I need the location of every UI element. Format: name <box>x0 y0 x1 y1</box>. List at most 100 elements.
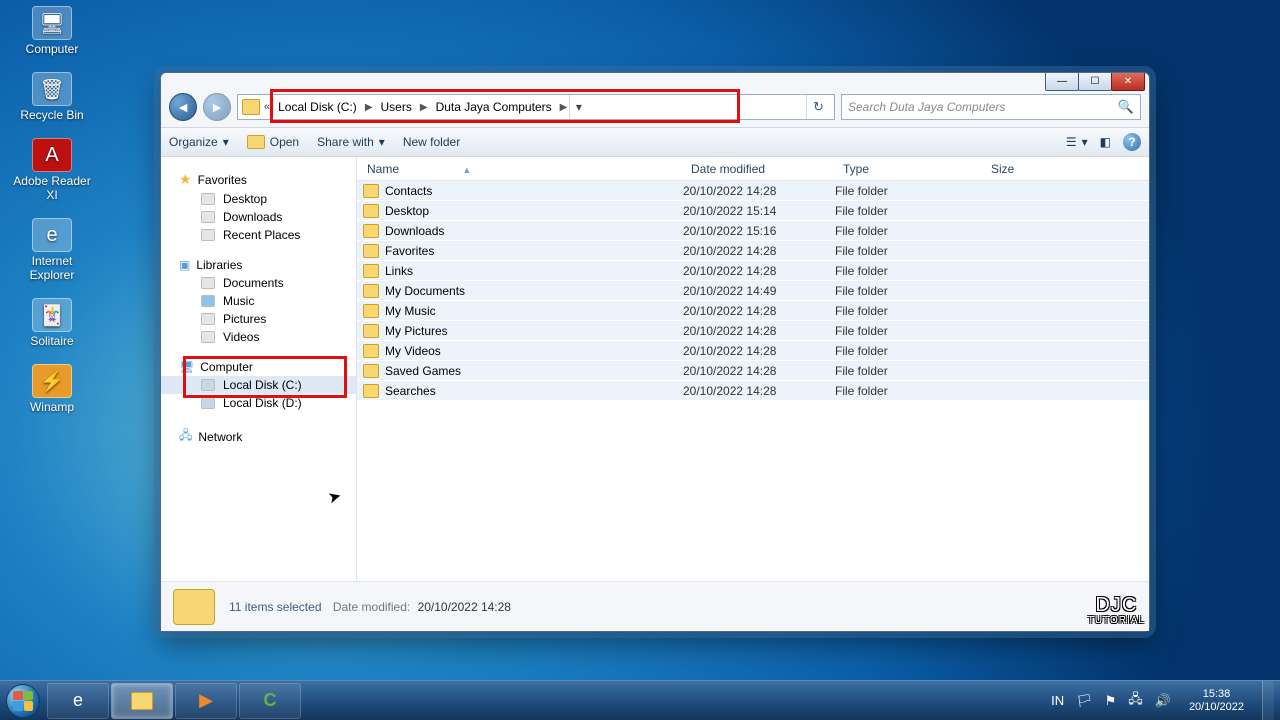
file-type: File folder <box>835 384 983 398</box>
nav-forward-button[interactable]: ► <box>203 93 231 121</box>
overflow-chevron-icon[interactable]: « <box>262 101 272 113</box>
refresh-button[interactable]: ↻ <box>806 95 830 119</box>
tray-volume-icon[interactable]: 🔊 <box>1155 693 1171 709</box>
search-input[interactable]: Search Duta Jaya Computers 🔍 <box>841 94 1141 120</box>
nav-header-network[interactable]: 🖧Network <box>161 424 356 449</box>
file-row[interactable]: My Pictures20/10/2022 14:28File folder <box>357 321 1149 341</box>
taskbar-button-explorer[interactable] <box>111 683 173 719</box>
column-header-name[interactable]: Name ▲ <box>357 162 681 176</box>
tray-flag-icon[interactable]: 🏳 <box>1076 693 1093 709</box>
nav-item-recent-places[interactable]: Recent Places <box>161 226 356 244</box>
watermark-logo: DJC TUTORIAL <box>1088 597 1145 629</box>
file-row[interactable]: My Videos20/10/2022 14:28File folder <box>357 341 1149 361</box>
file-type: File folder <box>835 244 983 258</box>
system-tray: IN 🏳 ⚑ 🖧 🔊 15:38 20/10/2022 <box>1051 681 1280 720</box>
nav-item-label: Pictures <box>223 312 266 326</box>
computer-icon: 🖥 <box>179 360 194 374</box>
desktop-icon-recycle-bin[interactable]: 🗑Recycle Bin <box>12 72 92 122</box>
nav-item-music[interactable]: Music <box>161 292 356 310</box>
chevron-right-icon[interactable]: ▶ <box>363 102 375 113</box>
nav-item-pictures[interactable]: Pictures <box>161 310 356 328</box>
breadcrumb-segment[interactable]: Local Disk (C:) <box>272 98 363 116</box>
tray-network-icon[interactable]: 🖧 <box>1128 690 1143 712</box>
toolbar-label: Share with <box>317 135 374 149</box>
file-row[interactable]: Favorites20/10/2022 14:28File folder <box>357 241 1149 261</box>
chevron-right-icon[interactable]: ▶ <box>418 102 430 113</box>
show-desktop-button[interactable] <box>1262 681 1274 720</box>
nav-item-documents[interactable]: Documents <box>161 274 356 292</box>
titlebar[interactable] <box>161 73 1149 89</box>
file-date: 20/10/2022 14:28 <box>683 364 835 378</box>
nav-item-desktop[interactable]: Desktop <box>161 190 356 208</box>
preview-pane-button[interactable]: ◧ <box>1100 135 1111 149</box>
file-date: 20/10/2022 15:16 <box>683 224 835 238</box>
language-indicator[interactable]: IN <box>1051 693 1064 708</box>
file-row[interactable]: Desktop20/10/2022 15:14File folder <box>357 201 1149 221</box>
nav-item-label: Documents <box>223 276 284 290</box>
folder-icon <box>363 244 379 258</box>
desktop-icon-adobe-reader[interactable]: AAdobe Reader XI <box>12 138 92 202</box>
help-button[interactable]: ? <box>1123 133 1141 151</box>
start-button[interactable] <box>0 681 46 720</box>
column-header-date[interactable]: Date modified <box>681 162 833 176</box>
file-name: Searches <box>385 384 683 398</box>
file-name: Favorites <box>385 244 683 258</box>
sort-indicator-icon: ▲ <box>462 165 471 175</box>
libraries-icon: ▣ <box>179 258 190 272</box>
nav-item-videos[interactable]: Videos <box>161 328 356 346</box>
desktop-icon-label: Winamp <box>12 400 92 414</box>
nav-header-computer[interactable]: 🖥Computer <box>161 358 356 376</box>
file-row[interactable]: My Documents20/10/2022 14:49File folder <box>357 281 1149 301</box>
folder-icon <box>363 184 379 198</box>
nav-header-favorites[interactable]: ★Favorites <box>161 169 356 190</box>
nav-header-libraries[interactable]: ▣Libraries <box>161 256 356 274</box>
file-row[interactable]: Searches20/10/2022 14:28File folder <box>357 381 1149 401</box>
nav-item-downloads[interactable]: Downloads <box>161 208 356 226</box>
address-bar[interactable]: « Local Disk (C:) ▶ Users ▶ Duta Jaya Co… <box>237 94 835 120</box>
folder-icon <box>363 384 379 398</box>
desktop-icon-computer[interactable]: 🖥Computer <box>12 6 92 56</box>
desktop-icon-winamp[interactable]: ⚡ Winamp <box>12 364 92 414</box>
file-date: 20/10/2022 14:28 <box>683 184 835 198</box>
folder-icon <box>363 204 379 218</box>
column-header-type[interactable]: Type <box>833 162 981 176</box>
file-row[interactable]: My Music20/10/2022 14:28File folder <box>357 301 1149 321</box>
desktop-icon-internet-explorer[interactable]: eInternet Explorer <box>12 218 92 282</box>
close-button[interactable]: ✕ <box>1111 73 1145 91</box>
recycle-bin-icon: 🗑 <box>32 72 72 106</box>
file-name: My Music <box>385 304 683 318</box>
open-button[interactable]: Open <box>247 135 299 149</box>
chevron-right-icon[interactable]: ▶ <box>558 102 570 113</box>
file-row[interactable]: Saved Games20/10/2022 14:28File folder <box>357 361 1149 381</box>
taskbar-button-ie[interactable]: e <box>47 683 109 719</box>
taskbar-button-app[interactable]: C <box>239 683 301 719</box>
nav-item-local-disk-c[interactable]: Local Disk (C:) <box>161 376 356 394</box>
desktop-icon-solitaire[interactable]: 🃏Solitaire <box>12 298 92 348</box>
maximize-button[interactable]: ☐ <box>1078 73 1112 91</box>
new-folder-button[interactable]: New folder <box>403 135 460 149</box>
tray-action-center-icon[interactable]: ⚑ <box>1105 693 1117 709</box>
taskbar-button-media-player[interactable]: ▶ <box>175 683 237 719</box>
winamp-icon: ⚡ <box>32 364 72 398</box>
breadcrumb-segment[interactable]: Duta Jaya Computers <box>430 98 558 116</box>
nav-back-button[interactable]: ◄ <box>169 93 197 121</box>
file-row[interactable]: Contacts20/10/2022 14:28File folder <box>357 181 1149 201</box>
organize-menu[interactable]: Organize ▾ <box>169 135 229 149</box>
minimize-button[interactable]: — <box>1045 73 1079 91</box>
search-icon[interactable]: 🔍 <box>1118 99 1134 115</box>
file-type: File folder <box>835 284 983 298</box>
view-options-button[interactable]: ☰ ▾ <box>1066 135 1088 149</box>
videos-icon <box>201 331 215 343</box>
file-list[interactable]: Contacts20/10/2022 14:28File folderDeskt… <box>357 181 1149 401</box>
toolbar-label: Open <box>270 135 299 149</box>
column-header-size[interactable]: Size <box>981 162 1149 176</box>
clock[interactable]: 15:38 20/10/2022 <box>1183 688 1250 714</box>
share-with-menu[interactable]: Share with ▾ <box>317 135 385 149</box>
nav-item-label: Local Disk (D:) <box>223 396 302 410</box>
file-row[interactable]: Links20/10/2022 14:28File folder <box>357 261 1149 281</box>
nav-item-local-disk-d[interactable]: Local Disk (D:) <box>161 394 356 412</box>
file-row[interactable]: Downloads20/10/2022 15:16File folder <box>357 221 1149 241</box>
folder-icon <box>363 364 379 378</box>
breadcrumb-segment[interactable]: Users <box>375 98 418 116</box>
address-dropdown-button[interactable]: ▾ <box>569 95 587 119</box>
